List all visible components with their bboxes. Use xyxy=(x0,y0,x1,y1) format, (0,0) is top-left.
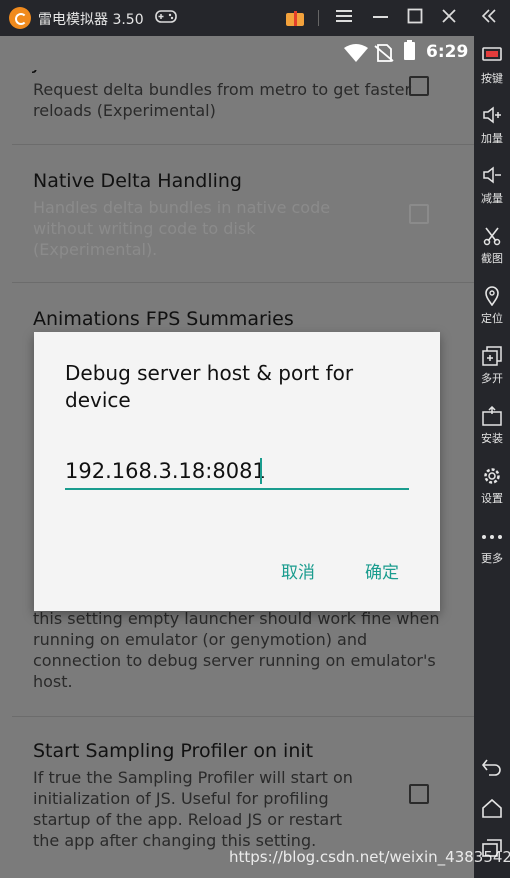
dialog-title: Debug server host & port for device xyxy=(65,361,354,412)
setting-debug-host[interactable]: this setting empty launcher should work … xyxy=(0,604,474,714)
setting-description: If true the Sampling Profiler will start… xyxy=(33,768,353,850)
window-titlebar: 雷电模拟器 3.50 xyxy=(0,0,510,36)
setting-title: Start Sampling Profiler on init xyxy=(33,740,314,762)
setting-description: Handles delta bundles in native code wit… xyxy=(33,198,331,259)
ok-button[interactable]: 确定 xyxy=(365,558,399,583)
toolbar-label: 截图 xyxy=(481,252,503,265)
home-icon[interactable] xyxy=(474,798,510,823)
toolbar-label: 按键 xyxy=(481,72,503,85)
emulator-screen: 6:29 JS Delta Request delta bundles from… xyxy=(0,36,474,878)
toolbar-screenshot[interactable]: 截图 xyxy=(474,226,510,266)
scissors-icon xyxy=(474,226,510,248)
apk-install-icon xyxy=(474,405,510,428)
emulator-toolbar: 按键 加量 减量 截图 定位 多开 安装 设置 更多 xyxy=(474,36,510,878)
collapse-icon[interactable] xyxy=(478,8,500,28)
text-cursor xyxy=(260,458,262,484)
host-port-input[interactable] xyxy=(65,454,409,490)
toolbar-multi-instance[interactable]: 多开 xyxy=(474,346,510,386)
titlebar-divider xyxy=(318,10,319,26)
setting-title: Native Delta Handling xyxy=(33,170,242,192)
setting-checkbox[interactable] xyxy=(409,784,429,804)
setting-checkbox[interactable] xyxy=(409,76,429,96)
setting-description: this setting empty launcher should work … xyxy=(33,609,440,691)
keyboard-icon xyxy=(474,46,510,68)
setting-description: Request delta bundles from metro to get … xyxy=(33,80,412,120)
toolbar-location[interactable]: 定位 xyxy=(474,286,510,326)
toolbar-label: 加量 xyxy=(481,132,503,145)
setting-native-delta[interactable]: Native Delta Handling Handles delta bund… xyxy=(0,144,474,274)
debug-host-dialog: Debug server host & port for device 取消 确… xyxy=(34,332,440,611)
toolbar-more[interactable]: 更多 xyxy=(474,526,510,566)
toolbar-install-apk[interactable]: 安装 xyxy=(474,405,510,446)
cancel-button[interactable]: 取消 xyxy=(281,558,315,583)
volume-up-icon xyxy=(474,106,510,128)
close-icon[interactable] xyxy=(438,8,460,28)
maximize-icon[interactable] xyxy=(404,8,426,28)
app-title: 雷电模拟器 3.50 xyxy=(38,12,144,28)
gift-icon[interactable] xyxy=(284,8,306,28)
volume-down-icon xyxy=(474,166,510,188)
toolbar-volume-up[interactable]: 加量 xyxy=(474,106,510,146)
multi-instance-icon xyxy=(474,346,510,368)
toolbar-label: 多开 xyxy=(481,372,503,385)
toolbar-label: 设置 xyxy=(481,492,503,505)
toolbar-label: 更多 xyxy=(481,552,503,565)
setting-title: Animations FPS Summaries xyxy=(33,308,294,330)
location-icon xyxy=(474,286,510,308)
minimize-icon[interactable] xyxy=(370,8,392,28)
back-icon[interactable] xyxy=(474,756,510,781)
watermark-url: https://blog.csdn.net/weixin_43835425 xyxy=(229,848,510,866)
more-icon xyxy=(474,526,510,548)
toolbar-keyboard[interactable]: 按键 xyxy=(474,46,510,86)
setting-checkbox[interactable] xyxy=(409,204,429,224)
gamepad-icon[interactable] xyxy=(155,8,177,28)
menu-icon[interactable] xyxy=(333,8,355,28)
gear-icon xyxy=(474,466,510,488)
app-logo-icon xyxy=(9,7,31,29)
toolbar-label: 定位 xyxy=(481,312,503,325)
toolbar-label: 减量 xyxy=(481,192,503,205)
toolbar-label: 安装 xyxy=(481,432,503,445)
toolbar-volume-down[interactable]: 减量 xyxy=(474,166,510,206)
statusbar-scrim xyxy=(0,36,330,70)
toolbar-settings[interactable]: 设置 xyxy=(474,466,510,506)
